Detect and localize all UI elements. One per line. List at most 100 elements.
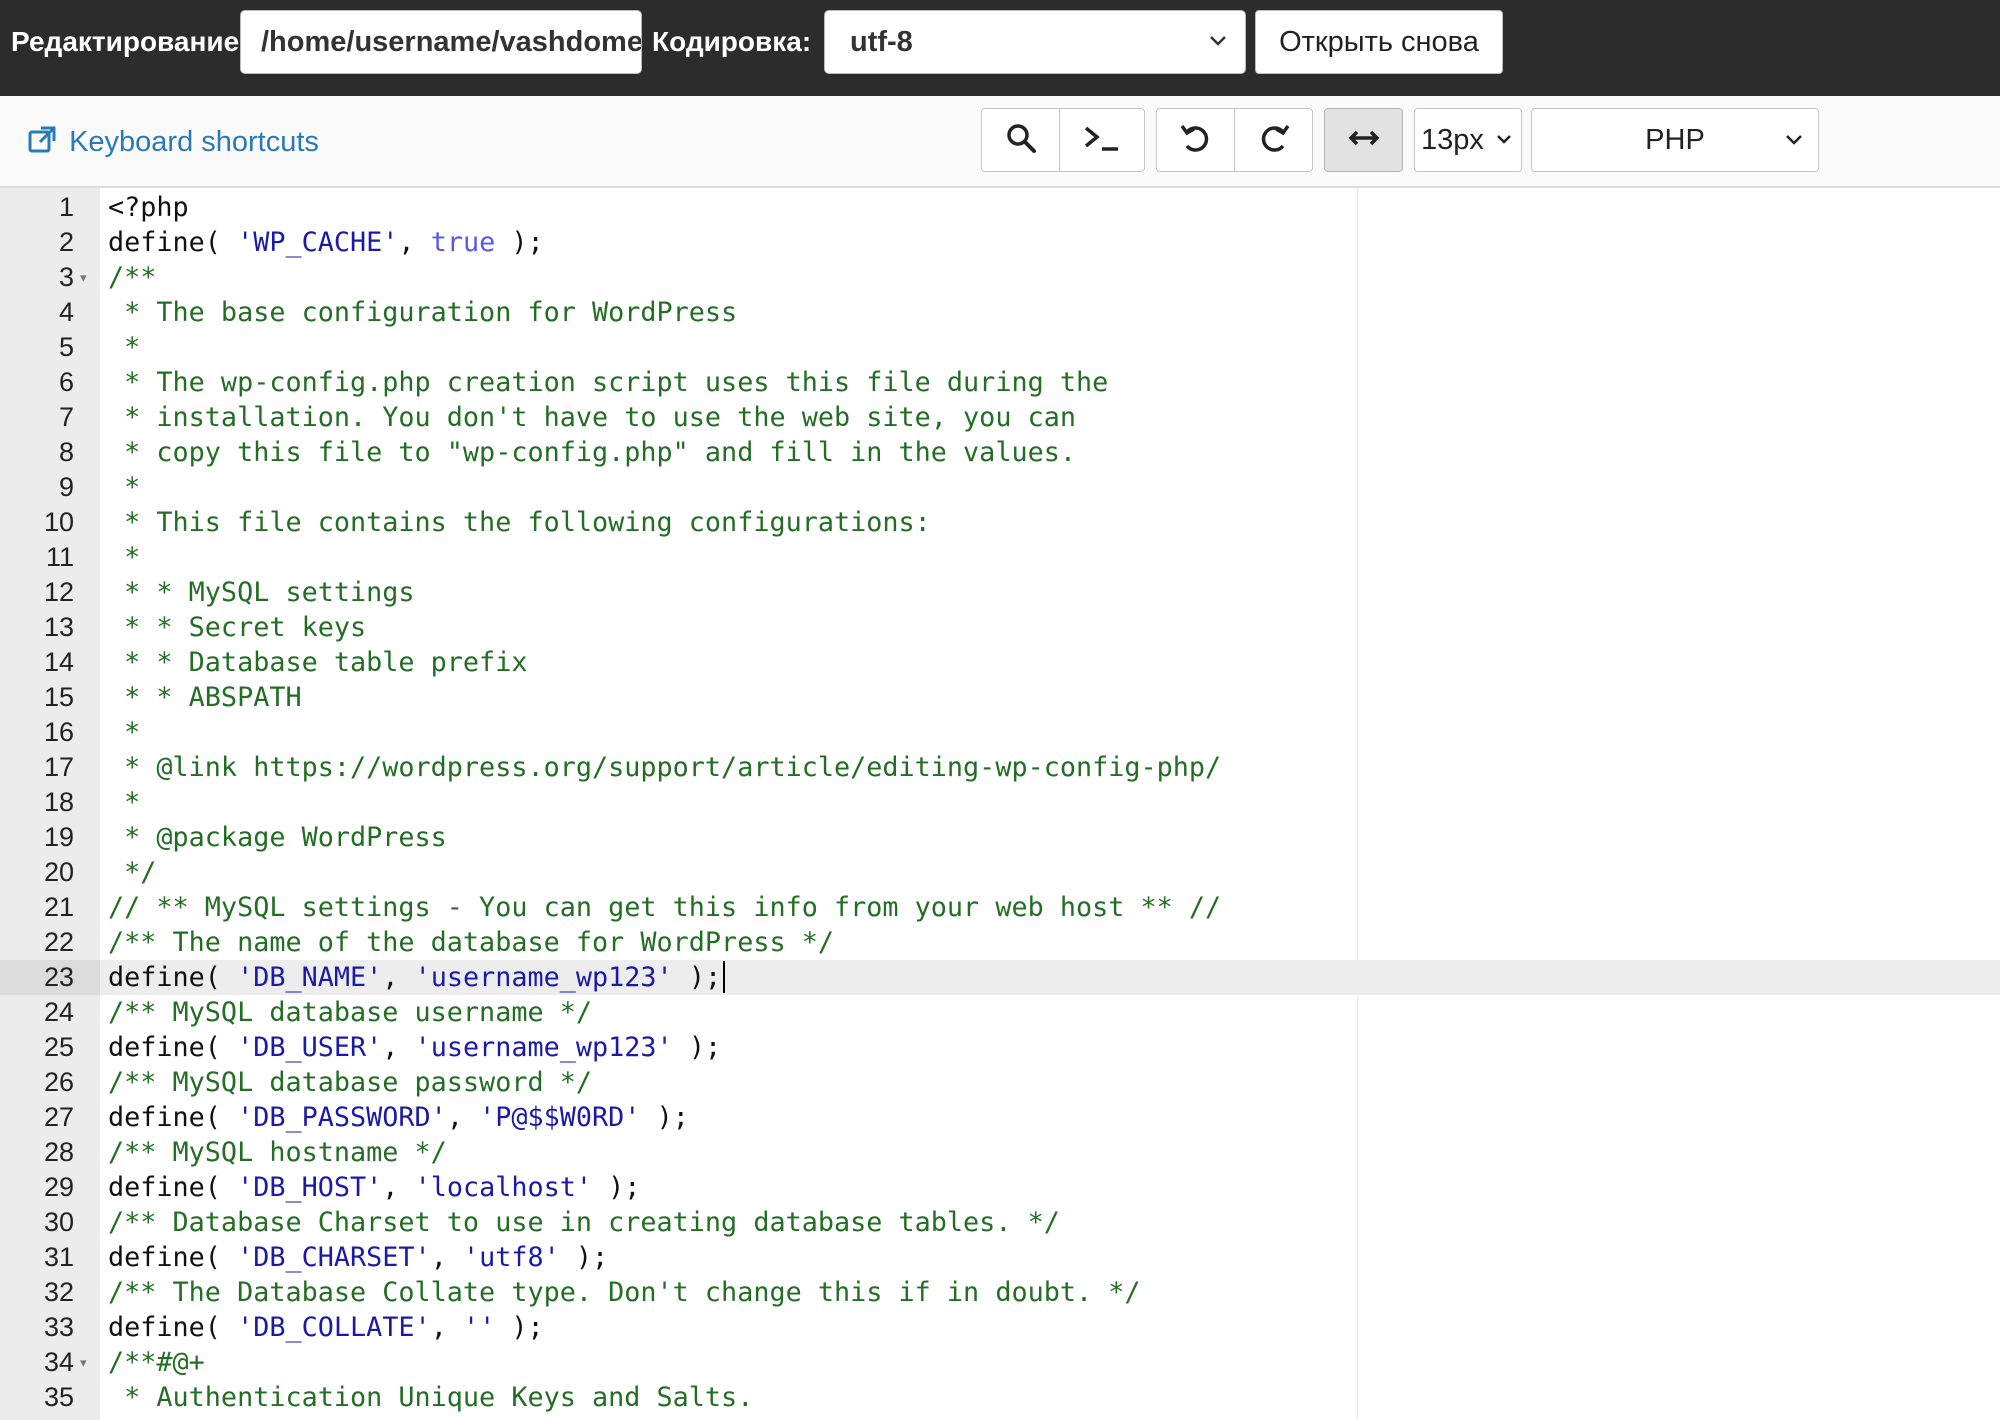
- line-number: 15: [43, 682, 74, 712]
- code-line[interactable]: 16 *: [0, 715, 2000, 750]
- redo-icon: [1256, 120, 1292, 161]
- code-text: * * Secret keys: [108, 612, 367, 643]
- encoding-label: Кодировка:: [652, 26, 812, 57]
- code-text: define( 'DB_HOST', 'localhost' );: [108, 1172, 641, 1203]
- mode-select[interactable]: PHP: [1531, 108, 1819, 172]
- keyboard-shortcuts-link[interactable]: Keyboard shortcuts: [27, 124, 319, 160]
- code-line[interactable]: 14 * * Database table prefix: [0, 645, 2000, 680]
- mode-value: PHP: [1645, 124, 1705, 156]
- code-text: define( 'DB_CHARSET', 'utf8' );: [108, 1242, 609, 1273]
- code-line[interactable]: 22 /** The name of the database for WordP…: [0, 925, 2000, 960]
- code-line[interactable]: 35 * Authentication Unique Keys and Salt…: [0, 1380, 2000, 1415]
- line-number: 29: [43, 1172, 74, 1202]
- code-line[interactable]: 28 /** MySQL hostname */: [0, 1135, 2000, 1170]
- undo-icon: [1178, 120, 1214, 161]
- code-line[interactable]: 11 *: [0, 540, 2000, 575]
- line-number: 12: [43, 577, 74, 607]
- line-number: 13: [43, 612, 74, 642]
- line-number: 25: [43, 1032, 74, 1062]
- reopen-button[interactable]: Открыть снова: [1255, 10, 1503, 74]
- code-text: /** Database Charset to use in creating …: [108, 1207, 1060, 1238]
- line-number: 30: [43, 1207, 74, 1237]
- code-line[interactable]: 27 define( 'DB_PASSWORD', 'P@$$W0RD' );: [0, 1100, 2000, 1135]
- text-cursor: [723, 961, 726, 993]
- line-number: 31: [43, 1242, 74, 1272]
- code-text: *: [108, 332, 141, 363]
- line-number: 24: [43, 997, 74, 1027]
- line-number: 34: [43, 1347, 74, 1377]
- code-text: *: [108, 542, 141, 573]
- code-line[interactable]: 19 * @package WordPress: [0, 820, 2000, 855]
- code-line[interactable]: 4 * The base configuration for WordPress: [0, 295, 2000, 330]
- code-line[interactable]: 30 /** Database Charset to use in creatin…: [0, 1205, 2000, 1240]
- code-line[interactable]: 12 * * MySQL settings: [0, 575, 2000, 610]
- undo-button[interactable]: [1156, 108, 1235, 172]
- code-text: * installation. You don't have to use th…: [108, 402, 1076, 433]
- fold-arrow-icon[interactable]: ▾: [80, 1345, 92, 1380]
- line-number: 23: [43, 962, 74, 992]
- code-line[interactable]: 5 *: [0, 330, 2000, 365]
- line-number: 20: [43, 857, 74, 887]
- file-path-input[interactable]: /home/username/vashdomen.ru/public_html/…: [240, 10, 642, 74]
- code-text: */: [108, 857, 157, 888]
- line-number: 26: [43, 1067, 74, 1097]
- encoding-select[interactable]: utf-8: [824, 10, 1246, 74]
- line-number: 5: [58, 332, 74, 362]
- code-text: define( 'DB_USER', 'username_wp123' );: [108, 1032, 722, 1063]
- code-text: /** MySQL hostname */: [108, 1137, 447, 1168]
- line-number: 8: [58, 437, 74, 467]
- code-line[interactable]: 32 /** The Database Collate type. Don't c…: [0, 1275, 2000, 1310]
- code-line[interactable]: 13 * * Secret keys: [0, 610, 2000, 645]
- wrap-toggle-button[interactable]: [1324, 108, 1403, 172]
- terminal-button[interactable]: [1059, 108, 1145, 172]
- keyboard-shortcuts-label: Keyboard shortcuts: [69, 126, 319, 158]
- code-line[interactable]: 20 */: [0, 855, 2000, 890]
- search-icon: [1004, 121, 1038, 160]
- code-text: * copy this file to "wp-config.php" and …: [108, 437, 1076, 468]
- code-text: // ** MySQL settings - You can get this …: [108, 892, 1222, 923]
- code-line[interactable]: 26 /** MySQL database password */: [0, 1065, 2000, 1100]
- code-line[interactable]: 8 * copy this file to "wp-config.php" an…: [0, 435, 2000, 470]
- wrap-toggle-icon: [1346, 126, 1382, 155]
- code-text: * * Database table prefix: [108, 647, 528, 678]
- line-number: 2: [58, 227, 74, 257]
- chevron-down-icon: [1784, 109, 1804, 193]
- code-line[interactable]: 23 define( 'DB_NAME', 'username_wp123' );: [0, 960, 2000, 995]
- code-text: * Authentication Unique Keys and Salts.: [108, 1382, 754, 1413]
- line-number: 3: [58, 262, 74, 292]
- search-button[interactable]: [981, 108, 1060, 172]
- line-number: 21: [43, 892, 74, 922]
- code-text: *: [108, 472, 141, 503]
- line-number: 11: [45, 542, 74, 572]
- code-line[interactable]: 1 <?php: [0, 190, 2000, 225]
- line-number: 27: [43, 1102, 74, 1132]
- code-line[interactable]: 25 define( 'DB_USER', 'username_wp123' );: [0, 1030, 2000, 1065]
- line-number: 33: [43, 1312, 74, 1342]
- code-line[interactable]: 10 * This file contains the following co…: [0, 505, 2000, 540]
- code-line[interactable]: 17 * @link https://wordpress.org/support…: [0, 750, 2000, 785]
- redo-button[interactable]: [1234, 108, 1313, 172]
- fold-arrow-icon[interactable]: ▾: [80, 260, 92, 295]
- code-text: define( 'DB_COLLATE', '' );: [108, 1312, 544, 1343]
- code-line[interactable]: 33 define( 'DB_COLLATE', '' );: [0, 1310, 2000, 1345]
- editor-header-bar: Редактирование: /home/username/vashdomen…: [0, 0, 2000, 96]
- code-line[interactable]: 29 define( 'DB_HOST', 'localhost' );: [0, 1170, 2000, 1205]
- code-line[interactable]: 7 * installation. You don't have to use …: [0, 400, 2000, 435]
- code-editor[interactable]: 1 <?php 2 define( 'WP_CACHE', true ); 3 ▾/** 4…: [0, 188, 2000, 1420]
- code-line[interactable]: 2 define( 'WP_CACHE', true );: [0, 225, 2000, 260]
- code-line[interactable]: 3 ▾ /**: [0, 260, 2000, 295]
- code-line[interactable]: 15 * * ABSPATH: [0, 680, 2000, 715]
- code-line[interactable]: 9 *: [0, 470, 2000, 505]
- editor-toolbar: Keyboard shortcuts 13px PHP: [0, 96, 2000, 188]
- code-line[interactable]: 24 /** MySQL database username */: [0, 995, 2000, 1030]
- code-text: * @link https://wordpress.org/support/ar…: [108, 752, 1222, 783]
- code-line[interactable]: 31 define( 'DB_CHARSET', 'utf8' );: [0, 1240, 2000, 1275]
- code-line[interactable]: 18 *: [0, 785, 2000, 820]
- code-text: * The wp-config.php creation script uses…: [108, 367, 1109, 398]
- line-number: 22: [43, 927, 74, 957]
- code-text: * This file contains the following confi…: [108, 507, 931, 538]
- code-line[interactable]: 34 ▾ /**#@+: [0, 1345, 2000, 1380]
- font-size-select[interactable]: 13px: [1414, 108, 1522, 172]
- code-line[interactable]: 6 * The wp-config.php creation script us…: [0, 365, 2000, 400]
- code-line[interactable]: 21 // ** MySQL settings - You can get thi…: [0, 890, 2000, 925]
